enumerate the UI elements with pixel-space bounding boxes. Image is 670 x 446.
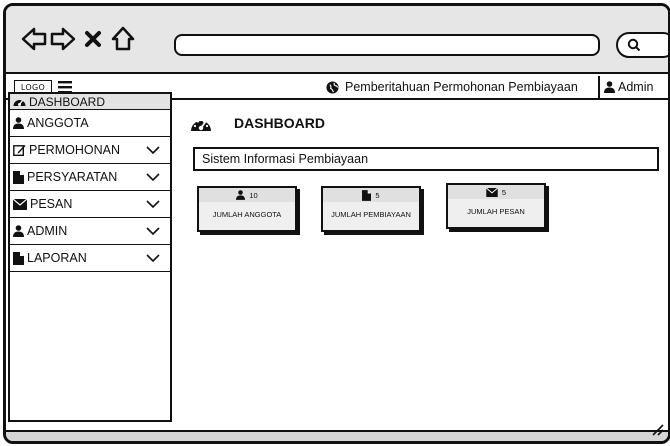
window-status-strip bbox=[6, 430, 668, 441]
edit-icon bbox=[13, 145, 26, 156]
chevron-down-icon[interactable] bbox=[146, 227, 160, 235]
browser-toolbar bbox=[6, 6, 668, 74]
sidebar: DASHBOARD ANGGOTA PERMOHONAN PERSYARATAN… bbox=[8, 92, 172, 422]
card-label: JUMLAH PEMBIAYAAN bbox=[331, 210, 411, 219]
sidebar-item-label: ANGGOTA bbox=[27, 116, 89, 130]
card-count: 5 bbox=[375, 190, 380, 200]
card-label: JUMLAH PESAN bbox=[467, 207, 525, 216]
sidebar-item-label: PERSYARATAN bbox=[27, 170, 118, 184]
sidebar-item-label: PESAN bbox=[30, 197, 73, 211]
sidebar-item-persyaratan[interactable]: PERSYARATAN bbox=[10, 164, 170, 191]
url-bar[interactable] bbox=[174, 34, 600, 56]
home-icon[interactable] bbox=[111, 26, 135, 52]
file-icon bbox=[362, 189, 372, 201]
forward-arrow-icon[interactable] bbox=[50, 27, 76, 51]
envelope-icon bbox=[13, 198, 27, 210]
card-header: 5 bbox=[323, 188, 419, 202]
page-title: DASHBOARD bbox=[234, 115, 325, 131]
sidebar-item-pesan[interactable]: PESAN bbox=[10, 191, 170, 218]
stat-card-pesan[interactable]: 5 JUMLAH PESAN bbox=[446, 183, 546, 229]
sidebar-item-admin[interactable]: ADMIN bbox=[10, 218, 170, 245]
card-label: JUMLAH ANGGOTA bbox=[212, 210, 282, 219]
sidebar-item-label: LAPORAN bbox=[27, 251, 87, 265]
page-header: DASHBOARD bbox=[190, 114, 325, 132]
chevron-down-icon[interactable] bbox=[146, 146, 160, 154]
card-count: 10 bbox=[249, 190, 258, 200]
sidebar-item-dashboard[interactable]: DASHBOARD bbox=[10, 94, 170, 110]
envelope-icon bbox=[485, 187, 498, 197]
chevron-down-icon[interactable] bbox=[146, 173, 160, 181]
sidebar-item-anggota[interactable]: ANGGOTA bbox=[10, 110, 170, 137]
main-content: DASHBOARD Sistem Informasi Pembiayaan 10… bbox=[180, 92, 668, 422]
file-icon bbox=[13, 170, 24, 184]
search-icon bbox=[627, 38, 641, 52]
card-count: 5 bbox=[501, 187, 507, 197]
sidebar-item-laporan[interactable]: LAPORAN bbox=[10, 245, 170, 272]
sidebar-item-label: ADMIN bbox=[27, 224, 68, 238]
stat-card-anggota[interactable]: 10 JUMLAH ANGGOTA bbox=[197, 186, 297, 232]
chevron-down-icon[interactable] bbox=[146, 254, 160, 262]
chevron-down-icon[interactable] bbox=[146, 200, 160, 208]
browser-search-box[interactable] bbox=[616, 32, 668, 58]
sidebar-header-label: DASHBOARD bbox=[29, 94, 106, 109]
dashboard-icon bbox=[13, 100, 26, 106]
close-icon[interactable] bbox=[84, 30, 102, 48]
user-icon bbox=[236, 190, 246, 200]
file-icon bbox=[13, 251, 24, 265]
card-header: 5 bbox=[448, 185, 544, 199]
user-icon bbox=[13, 117, 24, 129]
stat-card-pembiayaan[interactable]: 5 JUMLAH PEMBIAYAAN bbox=[321, 186, 421, 232]
card-header: 10 bbox=[199, 188, 295, 202]
dashboard-icon bbox=[191, 120, 211, 131]
info-banner: Sistem Informasi Pembiayaan bbox=[193, 147, 659, 171]
back-arrow-icon[interactable] bbox=[21, 27, 47, 51]
resize-handle-icon[interactable] bbox=[650, 422, 664, 436]
user-icon bbox=[13, 225, 24, 237]
sidebar-item-permohonan[interactable]: PERMOHONAN bbox=[10, 137, 170, 164]
sidebar-item-label: PERMOHONAN bbox=[29, 143, 120, 157]
